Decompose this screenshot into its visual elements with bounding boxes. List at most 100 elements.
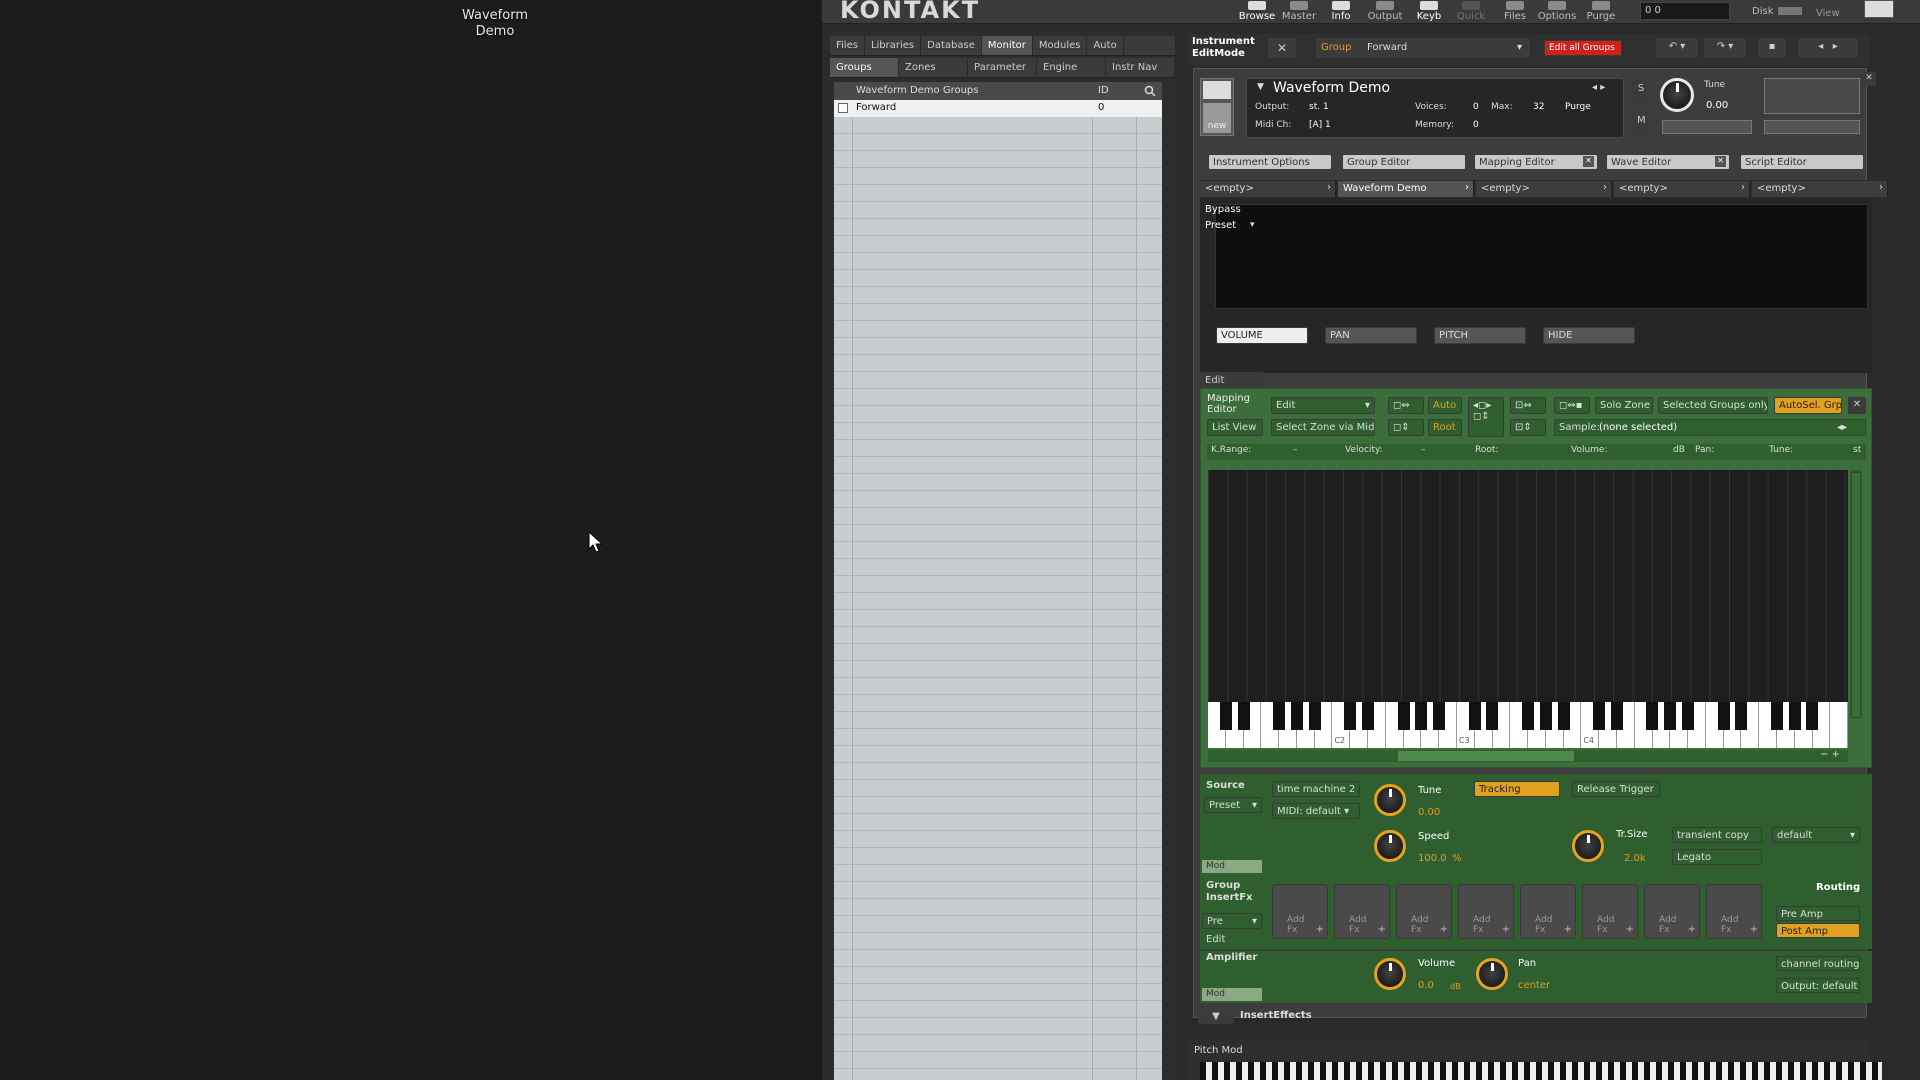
subtab-instr-nav[interactable]: Instr Nav [1106, 58, 1175, 77]
black-key[interactable] [1646, 702, 1659, 730]
pre-amp-button[interactable]: Pre Amp [1776, 906, 1860, 921]
add-fx-slot[interactable]: Add Fx + [1644, 884, 1700, 939]
script-pitch-button[interactable]: PITCH [1434, 327, 1526, 344]
toolbar-master-button[interactable]: Master [1276, 0, 1322, 24]
black-key[interactable] [1468, 702, 1481, 730]
close-instrument-button[interactable]: ✕ [1862, 72, 1876, 86]
script-slot[interactable]: <empty> › [1476, 181, 1612, 197]
undo-icon[interactable]: ↶ ▾ [1656, 38, 1698, 58]
source-tune-value[interactable]: 0.00 [1418, 807, 1440, 818]
edit-all-groups-button[interactable]: Edit all Groups [1544, 40, 1622, 56]
desktop-file-label[interactable]: Waveform Demo [440, 8, 550, 40]
group-selector[interactable]: Group Forward ▾ [1316, 38, 1530, 58]
post-amp-button[interactable]: Post Amp [1776, 923, 1860, 938]
close-edit-button[interactable]: ✕ [1268, 38, 1296, 58]
add-fx-slot[interactable]: Add Fx + [1520, 884, 1576, 939]
add-fx-slot[interactable]: Add Fx + [1334, 884, 1390, 939]
subtab-zones[interactable]: Zones [899, 58, 968, 77]
editor-tab-group-editor[interactable]: Group Editor [1342, 154, 1466, 170]
selected-groups-only-button[interactable]: Selected Groups only [1658, 397, 1768, 414]
add-fx-slot[interactable]: Add Fx + [1396, 884, 1452, 939]
collapse-icon[interactable]: ▼ [1257, 82, 1264, 92]
black-key[interactable] [1273, 702, 1286, 730]
list-view-button[interactable]: List View [1207, 419, 1263, 436]
solo-button[interactable]: S [1632, 80, 1650, 104]
trsize-knob[interactable] [1572, 830, 1604, 862]
speed-knob[interactable] [1374, 830, 1406, 862]
bottom-keyboard[interactable] [1200, 1062, 1882, 1080]
black-key[interactable] [1344, 702, 1357, 730]
white-key[interactable] [1830, 702, 1849, 748]
nav-arrows-icon[interactable]: ◂ ▸ [1798, 38, 1858, 58]
amp-volume-value[interactable]: 0.0 [1418, 980, 1434, 991]
script-volume-button[interactable]: VOLUME [1216, 327, 1308, 344]
black-key[interactable] [1664, 702, 1677, 730]
source-mod-button[interactable]: Mod [1202, 860, 1262, 873]
script-hide-button[interactable]: HIDE [1543, 327, 1635, 344]
editor-tab-mapping-editor[interactable]: Mapping Editor ✕ [1474, 154, 1598, 170]
kontakt-grid-icon[interactable] [1864, 0, 1894, 18]
editor-tab-script-editor[interactable]: Script Editor [1740, 154, 1864, 170]
toolbar-info-button[interactable]: Info [1318, 0, 1364, 24]
close-mapping-icon[interactable]: ✕ [1848, 397, 1866, 414]
script-slot[interactable]: <empty> › [1614, 181, 1750, 197]
pan-slider[interactable] [1662, 120, 1752, 134]
toolbar-options-button[interactable]: Options [1534, 0, 1580, 24]
toolbar-purge-button[interactable]: Purge [1578, 0, 1624, 24]
auto-map-icon[interactable]: ◻⇔ [1388, 397, 1424, 414]
mapping-grid[interactable] [1208, 470, 1848, 702]
black-key[interactable] [1290, 702, 1303, 730]
tune-knob[interactable] [1660, 78, 1694, 112]
select-zone-midi-button[interactable]: Select Zone via Midi [1271, 419, 1375, 436]
toolbar-output-button[interactable]: Output [1362, 0, 1408, 24]
close-icon[interactable]: ✕ [1583, 156, 1594, 167]
search-icon[interactable] [1144, 85, 1156, 97]
trsize-value[interactable]: 2.0k [1624, 853, 1646, 864]
scroll-thumb[interactable] [1851, 472, 1861, 718]
transient-copy-button[interactable]: transient copy [1672, 827, 1762, 843]
black-key[interactable] [1237, 702, 1250, 730]
bypass-button[interactable]: Bypass [1205, 204, 1241, 215]
midi-value[interactable]: [A] 1 [1309, 120, 1331, 130]
row-checkbox[interactable] [838, 103, 848, 113]
toolbar-files-button[interactable]: Files [1492, 0, 1538, 24]
legato-button[interactable]: Legato [1672, 849, 1762, 865]
auto-button[interactable]: Auto [1428, 397, 1462, 414]
close-icon[interactable]: ✕ [1715, 156, 1726, 167]
instrument-name[interactable]: Waveform Demo [1273, 80, 1390, 96]
auto-velocity-icon[interactable]: ◻⇕ [1388, 419, 1424, 436]
tune-value[interactable]: 0.00 [1706, 100, 1728, 111]
default-menu[interactable]: default ▾ [1772, 827, 1860, 843]
script-slot[interactable]: Waveform Demo › [1338, 181, 1474, 197]
source-tune-knob[interactable] [1374, 784, 1406, 816]
black-key[interactable] [1610, 702, 1623, 730]
tab-database[interactable]: Database [921, 36, 982, 55]
h-scroll-thumb[interactable] [1398, 751, 1574, 761]
source-preset-menu[interactable]: Preset ▾ [1204, 797, 1262, 813]
save-icon[interactable]: ▪ [1758, 38, 1786, 58]
black-key[interactable] [1539, 702, 1552, 730]
fit-keys-icon[interactable]: ⊡⇔ [1510, 397, 1546, 414]
black-key[interactable] [1415, 702, 1428, 730]
mapping-horizontal-scrollbar[interactable]: − + [1208, 749, 1848, 762]
add-fx-slot[interactable]: Add Fx + [1706, 884, 1762, 939]
mapping-vertical-scrollbar[interactable] [1850, 470, 1862, 718]
output-value[interactable]: st. 1 [1309, 102, 1329, 112]
black-key[interactable] [1433, 702, 1446, 730]
zone-link-icon[interactable]: ◻⇔▪ [1554, 397, 1590, 414]
add-fx-slot[interactable]: Add Fx + [1582, 884, 1638, 939]
black-key[interactable] [1522, 702, 1534, 730]
script-slot[interactable]: <empty> › [1200, 181, 1336, 197]
amp-pan-knob[interactable] [1476, 958, 1508, 990]
script-slot[interactable]: <empty> › [1752, 181, 1888, 197]
max-value[interactable]: 32 [1533, 102, 1544, 112]
insertfx-edit-button[interactable]: Edit [1206, 934, 1225, 945]
script-pan-button[interactable]: PAN [1325, 327, 1417, 344]
toolbar-quick-button[interactable]: Quick [1448, 0, 1494, 24]
sample-nav-icon[interactable]: ◂▸ [1837, 422, 1847, 433]
view-button[interactable]: View [1816, 8, 1840, 19]
amp-volume-knob[interactable] [1374, 958, 1406, 990]
wrench-icon[interactable] [1203, 81, 1231, 99]
source-midi-menu[interactable]: MIDI: default ▾ [1272, 803, 1360, 819]
black-key[interactable] [1397, 702, 1410, 730]
